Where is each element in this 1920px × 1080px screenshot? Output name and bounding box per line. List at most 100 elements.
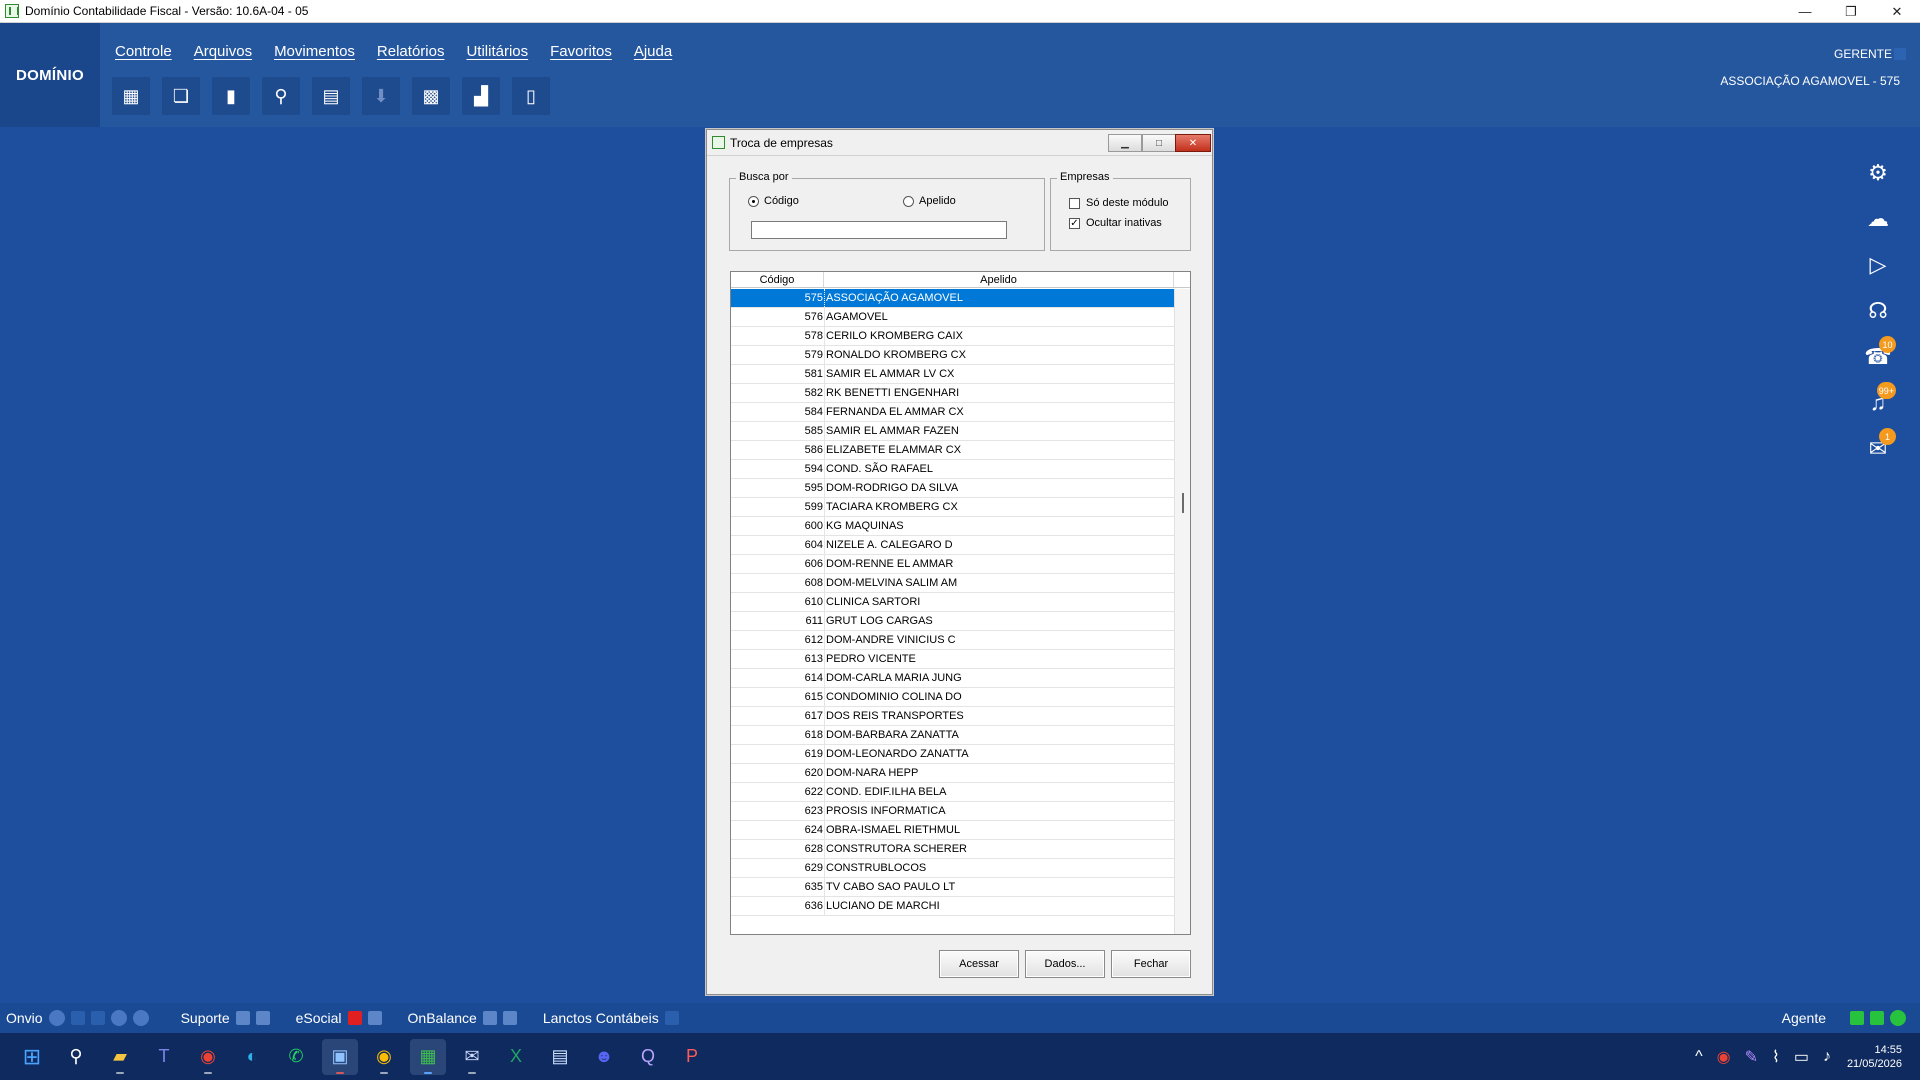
dados-button[interactable]: Dados... xyxy=(1025,950,1105,978)
bell-icon[interactable]: ♫ 99+ xyxy=(1856,380,1900,426)
table-row[interactable]: 629 CONSTRUBLOCOS xyxy=(731,859,1174,878)
apelido-radio-option[interactable]: Apelido xyxy=(903,195,956,207)
table-row[interactable]: 610 CLINICA SARTORI xyxy=(731,593,1174,612)
outlook-icon[interactable]: ✉ xyxy=(454,1039,490,1075)
tray-volume-icon[interactable]: ♪ xyxy=(1823,1048,1831,1066)
remote-desktop-icon[interactable]: ▣ xyxy=(322,1038,358,1075)
user-menu-icon[interactable] xyxy=(1894,48,1906,60)
door-icon[interactable]: ▯ xyxy=(512,77,550,115)
chrome-icon[interactable]: ◉ xyxy=(190,1039,226,1075)
suporte-plus-icon[interactable] xyxy=(235,1011,250,1025)
tray-chrome-icon[interactable]: ◉ xyxy=(1717,1047,1731,1067)
restore-button[interactable]: ❐ xyxy=(1828,0,1874,23)
table-row[interactable]: 612 DOM-ANDRE VINICIUS C xyxy=(731,631,1174,650)
onvio-icon-2[interactable] xyxy=(90,1011,105,1025)
busca-input[interactable] xyxy=(751,221,1007,239)
so-deste-modulo-checkbox[interactable] xyxy=(1069,197,1080,209)
onvio-icon-1[interactable] xyxy=(70,1011,85,1025)
menu-controle[interactable]: Controle xyxy=(115,43,172,60)
vertical-scrollbar[interactable] xyxy=(1174,289,1190,934)
download-icon[interactable]: ⬇ xyxy=(362,77,400,115)
apelido-radio[interactable] xyxy=(903,195,914,207)
edge-icon[interactable]: ◐ xyxy=(234,1039,270,1075)
menu-ajuda[interactable]: Ajuda xyxy=(634,43,672,60)
table-row[interactable]: 618 DOM-BARBARA ZANATTA xyxy=(731,726,1174,745)
menu-favoritos[interactable]: Favoritos xyxy=(550,43,612,60)
cloud-upload-icon[interactable]: ☁ xyxy=(1856,196,1900,242)
table-row[interactable]: 606 DOM-RENNE EL AMMAR xyxy=(731,555,1174,574)
table-row[interactable]: 623 PROSIS INFORMATICA xyxy=(731,802,1174,821)
so-deste-modulo-option[interactable]: Só deste módulo xyxy=(1069,197,1169,209)
table-row[interactable]: 628 CONSTRUTORA SCHERER xyxy=(731,840,1174,859)
windows-start-icon[interactable]: ⊞ xyxy=(14,1039,50,1075)
codigo-radio-option[interactable]: Código xyxy=(748,195,799,207)
table-row[interactable]: 604 NIZELE A. CALEGARO D xyxy=(731,536,1174,555)
chat-icon[interactable]: ✉ 1 xyxy=(1856,426,1900,472)
column-header-codigo[interactable]: Código xyxy=(731,272,824,287)
scrollbar-thumb[interactable] xyxy=(1182,493,1184,513)
table-row[interactable]: 582 RK BENETTI ENGENHARI xyxy=(731,384,1174,403)
dialog-minimize-button[interactable]: ▁ xyxy=(1108,134,1142,152)
lanctos-label[interactable]: Lanctos Contábeis xyxy=(543,1010,659,1026)
play-icon[interactable]: ▷ xyxy=(1856,242,1900,288)
onbalance-label[interactable]: OnBalance xyxy=(408,1010,477,1026)
menu-movimentos[interactable]: Movimentos xyxy=(274,43,355,60)
dominio-app-taskbar-icon[interactable]: ▦ xyxy=(410,1038,446,1075)
companies-icon[interactable]: ❏ xyxy=(162,77,200,115)
table-row[interactable]: 611 GRUT LOG CARGAS xyxy=(731,612,1174,631)
suporte-label[interactable]: Suporte xyxy=(181,1010,230,1026)
teams-icon[interactable]: T xyxy=(146,1039,182,1075)
table-row[interactable]: 575 ASSOCIAÇÃO AGAMOVEL xyxy=(731,289,1174,308)
app-p-icon[interactable]: P xyxy=(674,1039,710,1075)
gear-icon[interactable]: ⚙ xyxy=(1856,150,1900,196)
calculator-icon[interactable]: ▩ xyxy=(412,77,450,115)
chart-search-icon[interactable]: ▟ xyxy=(462,77,500,115)
onbalance-mail-icon[interactable] xyxy=(482,1011,497,1025)
taskbar-search-icon[interactable]: ⚲ xyxy=(58,1039,94,1075)
table-row[interactable]: 635 TV CABO SAO PAULO LT xyxy=(731,878,1174,897)
app-q-icon[interactable]: Q xyxy=(630,1039,666,1075)
document-icon[interactable]: ▮ xyxy=(212,77,250,115)
esocial-list-icon[interactable] xyxy=(367,1011,382,1025)
table-row[interactable]: 579 RONALDO KROMBERG CX xyxy=(731,346,1174,365)
column-header-apelido[interactable]: Apelido xyxy=(824,272,1174,287)
building-icon[interactable]: ▦ xyxy=(112,77,150,115)
table-row[interactable]: 586 ELIZABETE ELAMMAR CX xyxy=(731,441,1174,460)
table-row[interactable]: 581 SAMIR EL AMMAR LV CX xyxy=(731,365,1174,384)
agente-icon-2[interactable] xyxy=(1870,1011,1884,1025)
agente-label[interactable]: Agente xyxy=(1782,1010,1826,1026)
tray-network-icon[interactable]: ▭ xyxy=(1794,1047,1809,1067)
agente-icon-1[interactable] xyxy=(1850,1011,1864,1025)
table-row[interactable]: 594 COND. SÃO RAFAEL xyxy=(731,460,1174,479)
acessar-button[interactable]: Acessar xyxy=(939,950,1019,978)
ocultar-inativas-option[interactable]: ✓ Ocultar inativas xyxy=(1069,217,1162,229)
agente-status-icon[interactable] xyxy=(1890,1010,1906,1026)
table-row[interactable]: 608 DOM-MELVINA SALIM AM xyxy=(731,574,1174,593)
tray-pen-icon[interactable]: ✎ xyxy=(1745,1047,1758,1067)
table-row[interactable]: 614 DOM-CARLA MARIA JUNG xyxy=(731,669,1174,688)
menu-arquivos[interactable]: Arquivos xyxy=(194,43,252,60)
tray-wifi-icon[interactable]: ⌇ xyxy=(1772,1047,1780,1067)
dialog-close-button[interactable]: ✕ xyxy=(1175,134,1211,152)
support-icon[interactable]: ☎ 10 xyxy=(1856,334,1900,380)
discord-icon[interactable]: ☻ xyxy=(586,1039,622,1075)
table-row[interactable]: 600 KG MAQUINAS xyxy=(731,517,1174,536)
esocial-label[interactable]: eSocial xyxy=(296,1010,342,1026)
onvio-icon-4[interactable] xyxy=(132,1010,149,1026)
table-row[interactable]: 620 DOM-NARA HEPP xyxy=(731,764,1174,783)
table-row[interactable]: 599 TACIARA KROMBERG CX xyxy=(731,498,1174,517)
book-search-icon[interactable]: ▤ xyxy=(312,77,350,115)
suporte-list-icon[interactable] xyxy=(255,1011,270,1025)
onvio-play-icon[interactable] xyxy=(48,1010,65,1026)
onvio-label[interactable]: Onvio xyxy=(6,1010,43,1026)
tray-chevron-icon[interactable]: ^ xyxy=(1695,1048,1703,1066)
fechar-button[interactable]: Fechar xyxy=(1111,950,1191,978)
ocultar-inativas-checkbox[interactable]: ✓ xyxy=(1069,217,1080,229)
taskbar-clock[interactable]: 14:55 21/05/2026 xyxy=(1847,1043,1902,1071)
minimize-button[interactable]: — xyxy=(1782,0,1828,23)
table-row[interactable]: 617 DOS REIS TRANSPORTES xyxy=(731,707,1174,726)
menu-utilitarios[interactable]: Utilitários xyxy=(466,43,528,60)
excel-icon[interactable]: X xyxy=(498,1039,534,1075)
close-button[interactable]: ✕ xyxy=(1874,0,1920,23)
menu-relatorios[interactable]: Relatórios xyxy=(377,43,445,60)
